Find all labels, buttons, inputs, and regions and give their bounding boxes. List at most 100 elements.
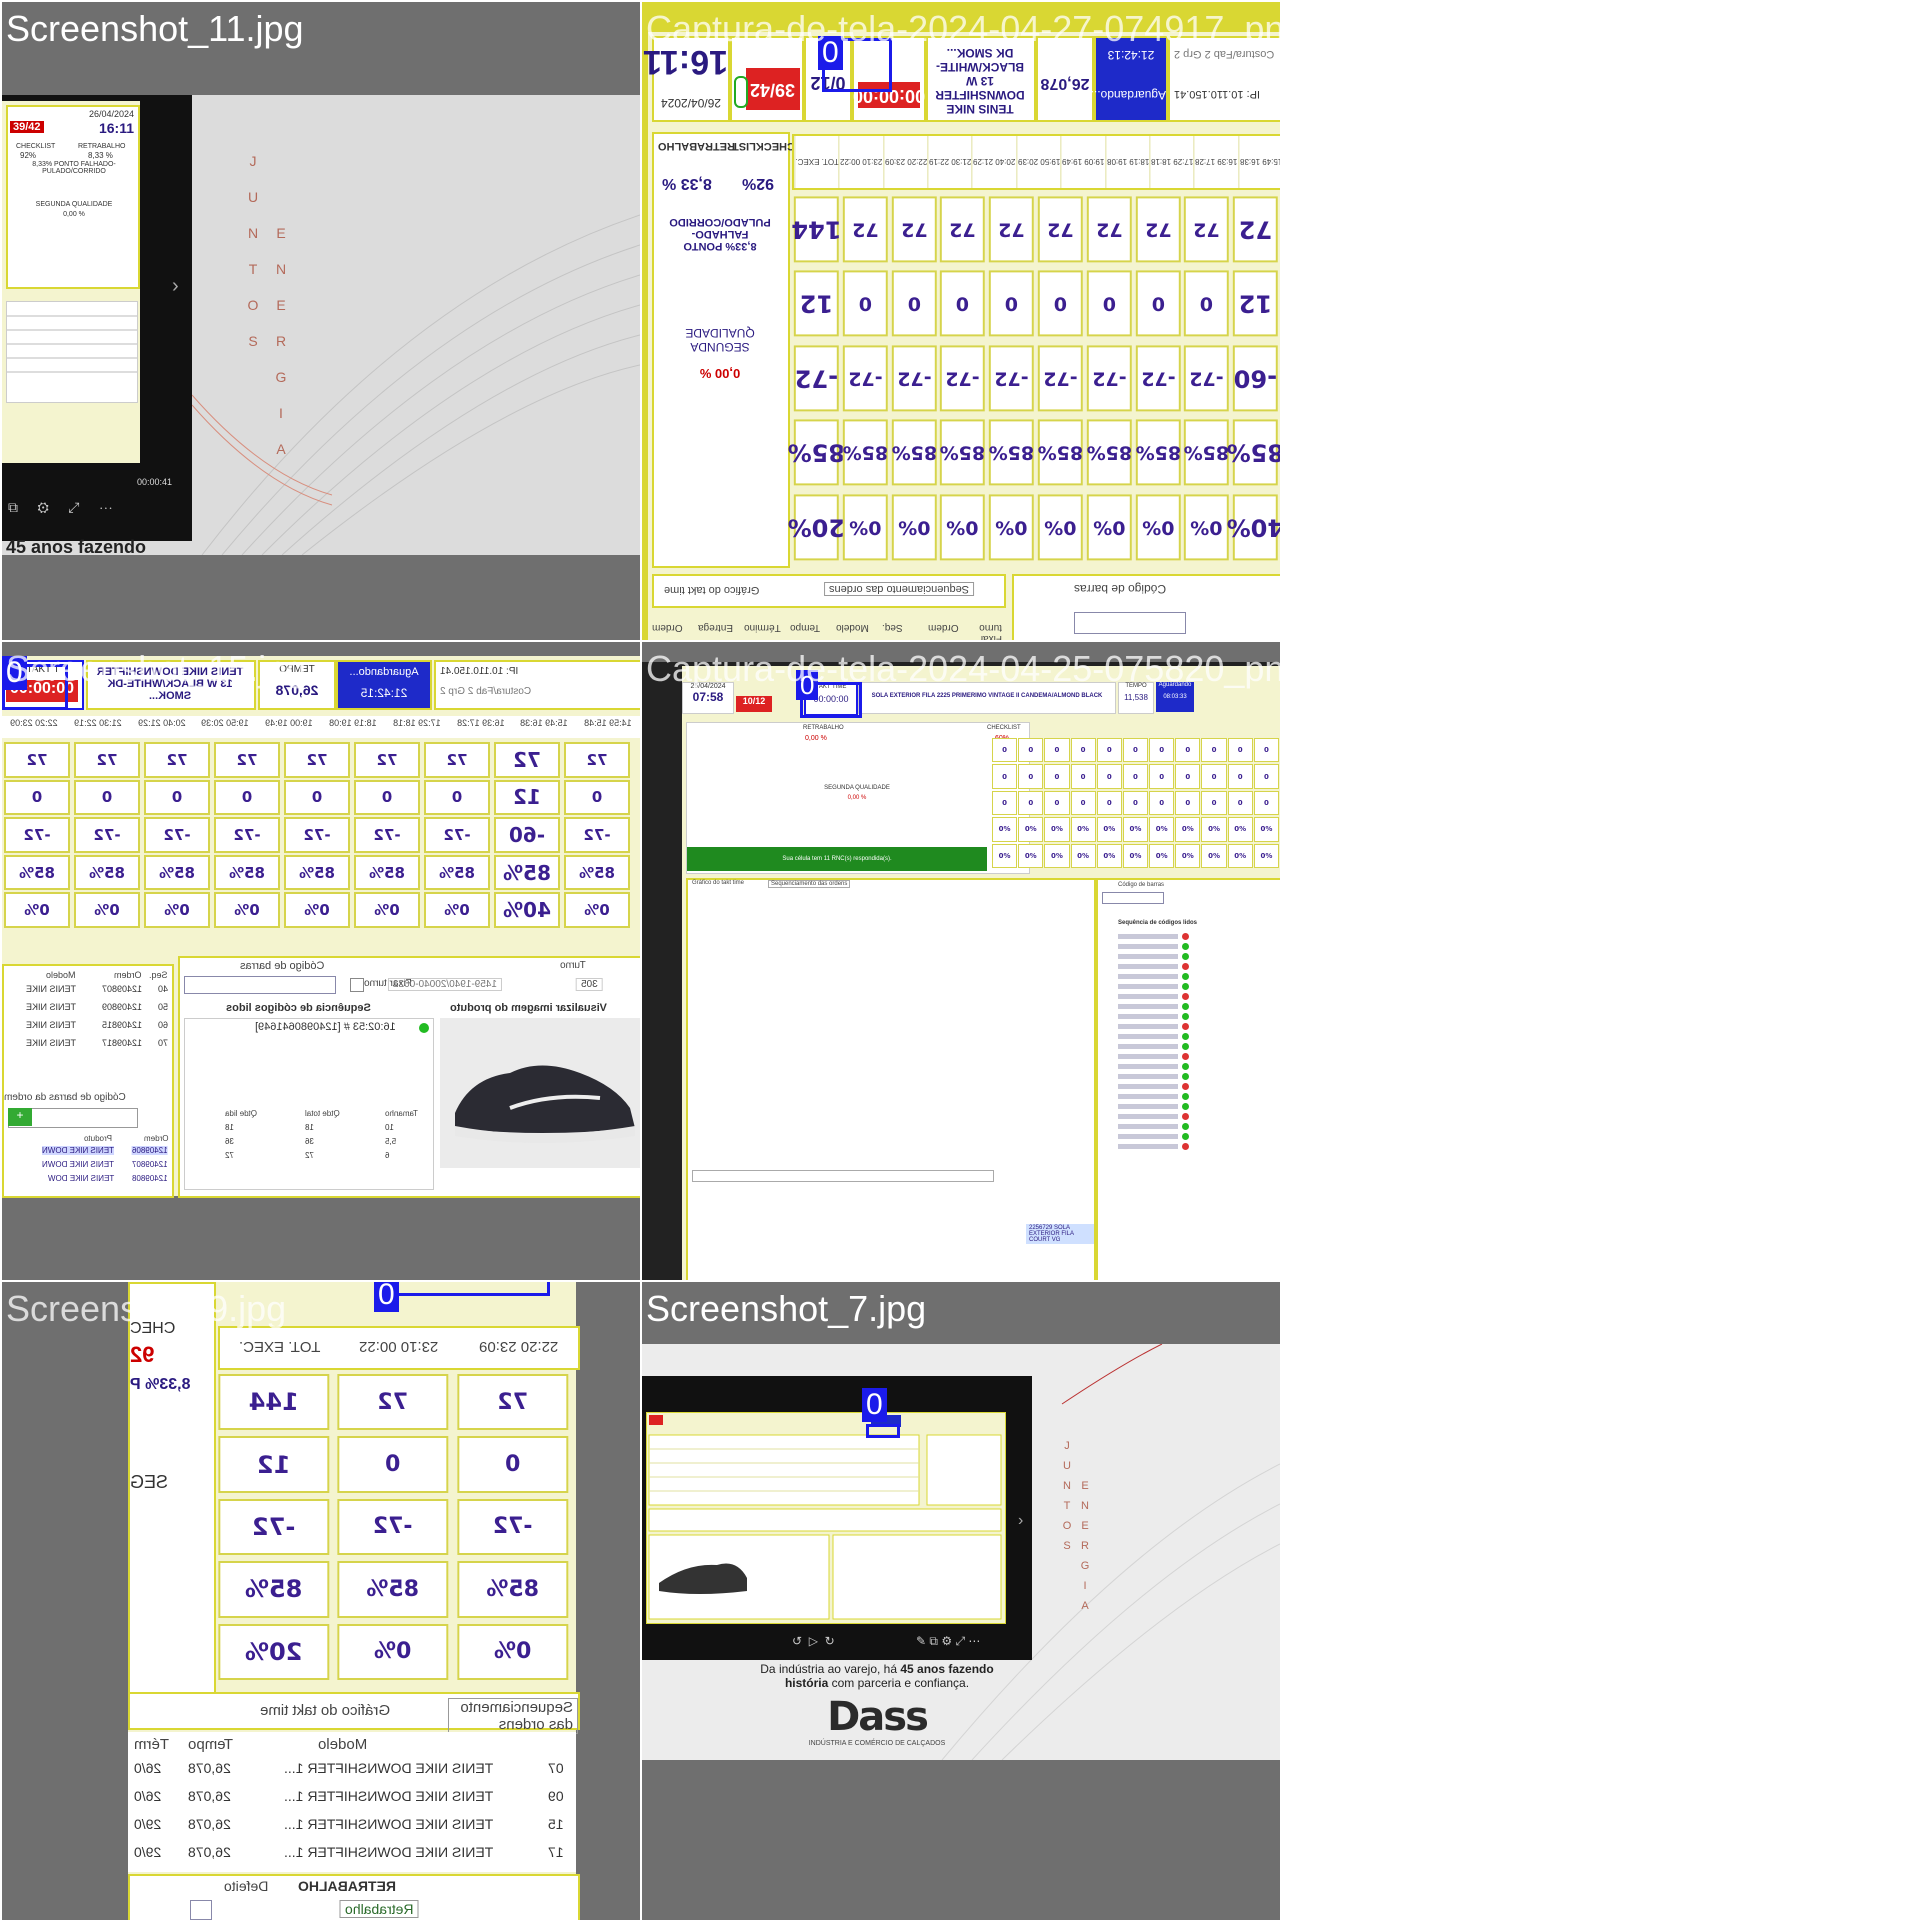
grid-cell: 0 bbox=[1253, 738, 1279, 763]
mini-dashboard bbox=[648, 1415, 1002, 1620]
grid-cell: 72 bbox=[842, 196, 888, 263]
fullscreen-icon[interactable]: ⤢ bbox=[955, 1634, 965, 1648]
grid-cell: -72 bbox=[1038, 344, 1083, 412]
barcode-label: Código de barras bbox=[1118, 882, 1165, 888]
grid-cell: 0 bbox=[1201, 764, 1227, 789]
vertical-letter: U bbox=[247, 189, 259, 205]
search-icon[interactable] bbox=[190, 1900, 212, 1920]
retrabalho-label: RETRABALHO bbox=[78, 143, 126, 150]
rewind-icon[interactable]: ↺ bbox=[792, 1634, 802, 1648]
column-headers: 22:20 23:09 21:30 22:19 20:40 21:29 19:50 2… bbox=[2, 716, 640, 738]
grid-cell: 0 bbox=[214, 779, 280, 816]
grid-cell: 72 bbox=[1184, 196, 1230, 263]
settings-icon[interactable]: ⚙ bbox=[37, 499, 48, 515]
grid-cell: 85% bbox=[4, 854, 70, 891]
production-grid: 144 72 72 72 72 72 72 72 72 72 12 0 0 0 0 0 0 0 0 12 -72 -72-… bbox=[788, 192, 1280, 564]
grid-cell: 0 bbox=[1175, 764, 1201, 789]
tile-caption: Captura-de-tela-2024-04-25-075820_png.rf bbox=[646, 648, 1280, 689]
video-player[interactable]: 39/42 26/04/2024 16:11 CHECKLIST 92% RET… bbox=[2, 95, 192, 541]
tab-sequencing[interactable]: Sequenciamento das ordens bbox=[824, 582, 975, 596]
grid-cell: 0% bbox=[144, 892, 210, 928]
barcode-input[interactable] bbox=[184, 976, 336, 994]
list-header-seq: Seq. bbox=[149, 970, 168, 980]
sequence-entry bbox=[1118, 944, 1178, 949]
list-cell: 17 bbox=[548, 1844, 564, 1860]
ok-icon bbox=[1182, 1123, 1189, 1130]
production-grid: 0 0 0 0 0 0 0 0 0 0 0 0 0 0 0 0 0 0 0 0 0 0 0 0 0 0 0 0 0 0 0 0 0 0% 0% 0% 0… bbox=[992, 738, 1280, 870]
checklist-label: CHECKLIST bbox=[732, 140, 795, 152]
ok-icon bbox=[1182, 1133, 1189, 1140]
column-header: 20:40 21:29 bbox=[971, 136, 1017, 188]
retrabalho-label: RETRABALHO bbox=[658, 140, 735, 152]
order-cell: 72 bbox=[225, 1151, 234, 1160]
retrabalho-button[interactable]: Retrabalho bbox=[340, 1900, 419, 1918]
order-list: Seq. Ordem Modelo 40 12409807 TENIS NIKE 50 124… bbox=[4, 970, 172, 1084]
next-arrow-icon[interactable]: › bbox=[172, 275, 179, 298]
tile-caption: Screenshot_7.jpg bbox=[646, 1288, 927, 1329]
tab-sequencing[interactable]: Sequenciamento das ordens bbox=[448, 1698, 578, 1734]
vertical-word-juntos: JUNTOS bbox=[1060, 1436, 1074, 1556]
tab-gantt[interactable]: Gráfico do takt time bbox=[692, 880, 744, 886]
grid-cell: 85% bbox=[1135, 419, 1181, 486]
play-icon[interactable]: ▷ bbox=[809, 1634, 818, 1648]
fullscreen-icon[interactable]: ⤢ bbox=[68, 499, 79, 515]
tab-sequencing[interactable]: Sequenciamento das ordens bbox=[768, 880, 851, 888]
sequence-entry bbox=[1118, 1134, 1178, 1139]
grid-cell: 72 bbox=[424, 742, 490, 778]
reading-panel: Código de barras Fixar turno 1459-1940/2… bbox=[178, 956, 640, 1198]
barcode-label: Código de barras bbox=[240, 960, 325, 972]
vertical-letter: S bbox=[248, 333, 258, 349]
list-cell: 50 bbox=[157, 1002, 168, 1012]
grid-cell: 0% bbox=[74, 892, 140, 928]
settings-icon[interactable]: ⚙ bbox=[941, 1634, 952, 1648]
vertical-letter: A bbox=[276, 441, 286, 457]
list-cell: 26,078 bbox=[188, 1816, 231, 1832]
list-cell: 26/0 bbox=[134, 1788, 162, 1804]
grid-cell: 0% bbox=[1122, 817, 1149, 842]
grid-cell: -72 bbox=[4, 817, 70, 853]
selected-row[interactable]: 2256729 SOLA EXTERIOR FILA COURT VG bbox=[1026, 1224, 1094, 1244]
fixar-checkbox[interactable] bbox=[350, 978, 364, 992]
list-cell: 26/0 bbox=[134, 1760, 162, 1776]
forward-icon[interactable]: ↻ bbox=[825, 1634, 835, 1648]
order-header: Produto bbox=[83, 1134, 112, 1143]
grid-cell: 12 bbox=[218, 1436, 330, 1493]
defeito-label: Defeito bbox=[224, 1878, 269, 1894]
cc-icon[interactable]: ⧉ bbox=[929, 1634, 938, 1648]
list-cell: 12409817 bbox=[101, 1038, 142, 1048]
grid-cell: 72 bbox=[940, 196, 986, 263]
grid-cell: 85% bbox=[218, 1561, 330, 1618]
grid-cell: 0 bbox=[1044, 738, 1070, 763]
next-arrow-icon[interactable]: › bbox=[1018, 1512, 1023, 1530]
retrabalho-value: 0,00 % bbox=[805, 735, 827, 742]
more-icon[interactable]: ⋯ bbox=[968, 1634, 980, 1648]
list-cell: 26,078 bbox=[188, 1760, 231, 1776]
retrabalho-value: 8,33 % bbox=[88, 151, 113, 160]
vertical-letter: N bbox=[275, 261, 287, 277]
barcode-input[interactable] bbox=[1102, 892, 1164, 904]
column-header: 23:10 00:22 bbox=[359, 1338, 439, 1355]
add-icon[interactable]: + bbox=[8, 1108, 32, 1126]
more-icon[interactable]: ⋯ bbox=[99, 499, 113, 515]
vertical-letter: A bbox=[1081, 1600, 1089, 1612]
grid-cell: 0% bbox=[1201, 843, 1227, 868]
grid-cell: 0 bbox=[1227, 790, 1253, 816]
grid-cell: 72 bbox=[494, 742, 560, 778]
vertical-letter: E bbox=[276, 297, 286, 313]
cc-icon[interactable]: ⧉ bbox=[8, 499, 18, 515]
tile-caption: Screenshot_11.jpg bbox=[6, 8, 304, 49]
column-header: 23:10 00:22 bbox=[838, 136, 884, 188]
barcode-input[interactable] bbox=[1074, 612, 1186, 634]
list-cell: TENIS NIKE DOWNSHIFTER 1... bbox=[284, 1788, 494, 1804]
tab-gantt[interactable]: Gráfico do takt time bbox=[664, 584, 759, 596]
tab-gantt[interactable]: Gráfico do takt time bbox=[260, 1702, 390, 1719]
tile-captura-075820: Captura-de-tela-2024-04-25-075820_png.rf… bbox=[642, 642, 1280, 1280]
ok-icon bbox=[1182, 1063, 1189, 1070]
video-player[interactable]: › ↺ ▷ ↻ ✎ ⧉ ⚙ ⤢ ⋯ bbox=[642, 1376, 1032, 1660]
ip-text: IP: 10.110.150.41 bbox=[440, 666, 519, 677]
grid-cell: 0% bbox=[456, 1623, 568, 1680]
horizontal-scrollbar[interactable] bbox=[692, 1170, 994, 1182]
vertical-letter: T bbox=[248, 261, 258, 277]
vertical-letter: G bbox=[275, 369, 287, 385]
edit-icon[interactable]: ✎ bbox=[916, 1634, 926, 1648]
